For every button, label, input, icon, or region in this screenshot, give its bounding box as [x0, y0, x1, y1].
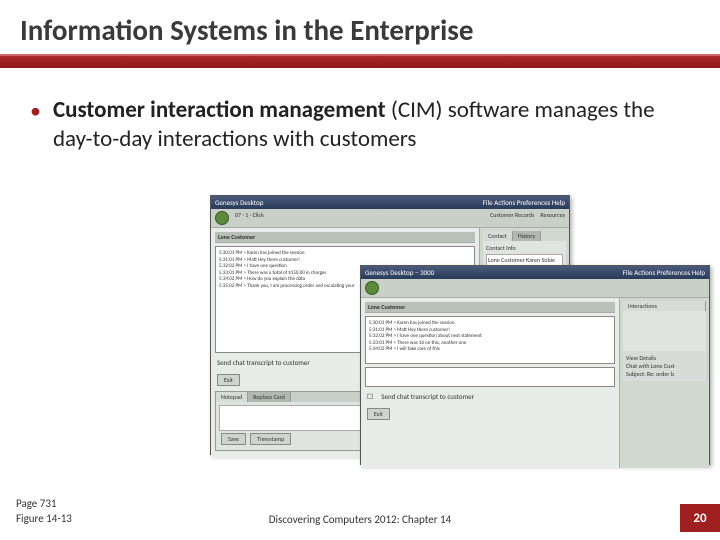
side-lower: View Details Chat with Lone Cust Subject… — [623, 351, 706, 381]
logo-icon — [215, 211, 229, 225]
title-underline-bar — [0, 54, 720, 68]
chat-log-panel: 5:30:01 PM > Karen has joined the sessio… — [365, 316, 615, 364]
chat-panel-header: Lone Customer — [365, 302, 615, 313]
window-main-pane: Lone Customer 5:30:01 PM > Karen has joi… — [361, 298, 619, 468]
side-tabs: Contact History — [483, 231, 566, 241]
window-titlebar: Genesys Desktop – 3000 File Actions Pref… — [361, 266, 709, 279]
toolbar-tab-1: Customer Records — [490, 211, 534, 225]
bullet-text: Customer interaction management (CIM) so… — [53, 96, 690, 154]
window-title-text: Genesys Desktop — [215, 198, 263, 207]
toolbar-tab-2: Resources — [540, 211, 565, 225]
chat-line: 5:34:02 PM > I will take care of this — [369, 346, 611, 353]
window-menu: File Actions Preferences Help — [623, 268, 705, 277]
window-body: Lone Customer 5:30:01 PM > Karen has joi… — [361, 298, 709, 468]
window-title-text: Genesys Desktop – 3000 — [365, 268, 434, 277]
title-area: Information Systems in the Enterprise — [0, 0, 720, 48]
tab-history[interactable]: History — [513, 231, 541, 241]
window-titlebar: Genesys Desktop File Actions Preferences… — [211, 196, 569, 209]
page-ref: Page 731 — [16, 497, 72, 511]
side-upper — [623, 311, 706, 351]
timestamp-button[interactable]: Timestamp — [250, 433, 291, 445]
tab-notepad[interactable]: Notepad — [216, 392, 248, 402]
side-field: Subject: Re: order b — [626, 370, 703, 378]
bullet-bold-lead: Customer interaction management — [53, 96, 391, 124]
transcript-checkbox-label: Send chat transcript to customer — [381, 392, 474, 401]
window-menu: File Actions Preferences Help — [483, 198, 565, 207]
save-button[interactable]: Save — [221, 433, 246, 445]
footer-book-title: Discovering Computers 2012: Chapter 14 — [0, 513, 720, 526]
side-field: Chat with Lone Cust — [626, 362, 703, 370]
bullet-paren: (CIM) — [391, 96, 443, 124]
slide-title: Information Systems in the Enterprise — [20, 12, 700, 48]
app-window-front: Genesys Desktop – 3000 File Actions Pref… — [360, 265, 710, 465]
bullet-item: • Customer interaction management (CIM) … — [30, 96, 690, 154]
chat-panel-header: Lone Customer — [215, 232, 475, 243]
logo-icon — [365, 281, 379, 295]
window-toolbar: 07 · 1 · Click Customer Records Resource… — [211, 209, 569, 228]
content-area: • Customer interaction management (CIM) … — [0, 68, 720, 154]
window-side-pane: Interactions View Details Chat with Lone… — [619, 298, 709, 468]
exit-button[interactable]: Exit — [367, 408, 390, 420]
tab-interactions[interactable]: Interactions — [623, 301, 706, 311]
side-field: View Details — [626, 354, 703, 362]
bullet-dot-icon: • — [30, 96, 41, 126]
screenshot-figure: Genesys Desktop File Actions Preferences… — [210, 195, 710, 485]
side-field: Contact Info — [486, 244, 563, 252]
slide-number-badge: 20 — [680, 504, 720, 532]
chat-input-panel[interactable] — [365, 367, 615, 387]
exit-button[interactable]: Exit — [217, 374, 240, 386]
tab-replace-card[interactable]: Replace Card — [248, 392, 291, 402]
tab-contact[interactable]: Contact — [483, 231, 513, 241]
transcript-checkbox-label: Send chat transcript to customer — [217, 358, 310, 367]
window-toolbar — [361, 279, 709, 298]
exit-row: Exit — [365, 406, 615, 422]
chat-action-row: ☐ Send chat transcript to customer — [365, 390, 615, 403]
toolbar-text: 07 · 1 · Click — [235, 211, 264, 225]
